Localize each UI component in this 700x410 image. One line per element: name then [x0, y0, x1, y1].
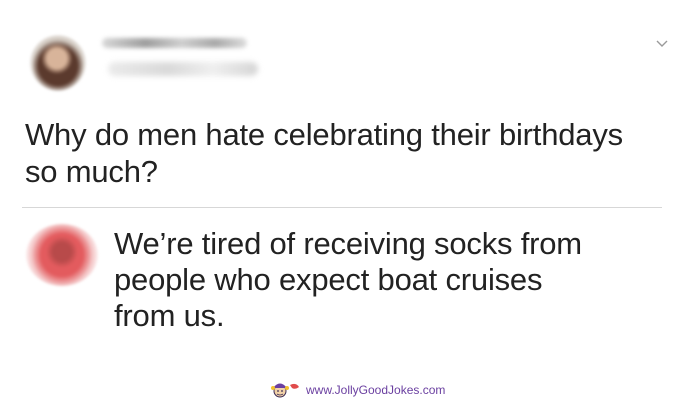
- redacted-author-handle: [108, 62, 258, 76]
- post-text: Why do men hate celebrating their birthd…: [25, 117, 623, 189]
- tweet-screenshot: Why do men hate celebrating their birthd…: [0, 0, 700, 410]
- chevron-down-icon[interactable]: [654, 36, 670, 52]
- redacted-author-name: [102, 38, 247, 48]
- reply-author-avatar[interactable]: [26, 224, 98, 286]
- divider: [22, 207, 662, 208]
- watermark-text: www.JollyGoodJokes.com: [306, 383, 446, 397]
- reply-text: We’re tired of receiving socks from peop…: [114, 226, 582, 333]
- post-author-avatar[interactable]: [30, 35, 86, 91]
- watermark[interactable]: www.JollyGoodJokes.com: [268, 380, 445, 400]
- jester-icon: [271, 383, 299, 398]
